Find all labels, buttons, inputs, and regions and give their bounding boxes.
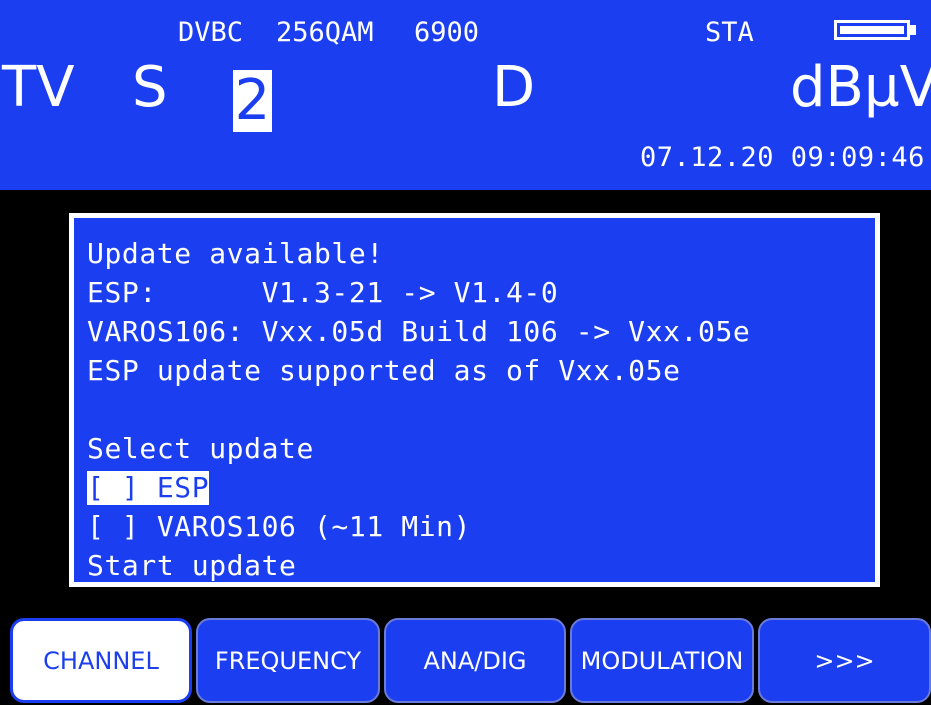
esp-version-line: ESP: V1.3-21 -> V1.4-0 [87,276,559,309]
channel-number[interactable]: 2 [233,70,272,132]
esp-option[interactable]: [ ] ESP [87,468,875,507]
mode-label: DVBC [178,17,244,48]
symbol-rate-label: 6900 [414,17,480,48]
varos-version-line: VAROS106: Vxx.05d Build 106 -> Vxx.05e [87,315,751,348]
ana-dig-softkey[interactable]: ANA/DIG [384,618,566,703]
battery-tip-icon [910,25,916,35]
more-softkey[interactable]: >>> [758,618,931,703]
status-header: DVBC 256QAM 6900 STA TV S 2 D dBµV 07.12… [0,0,931,190]
datetime: 07.12.20 09:09:46 [640,142,925,173]
frequency-softkey[interactable]: FREQUENCY [196,618,380,703]
update-dialog: Update available! ESP: V1.3-21 -> V1.4-0… [69,213,880,587]
band-label: TV [2,55,75,120]
start-update-option[interactable]: Start update [87,546,875,585]
signal-type-label: D [492,55,536,120]
sub-band-label: S [132,55,168,120]
modulation-softkey[interactable]: MODULATION [570,618,754,703]
channel-softkey[interactable]: CHANNEL [10,618,192,703]
dialog-title: Update available! [87,237,384,270]
select-update-heading: Select update [87,432,314,465]
softkey-bar: CHANNEL FREQUENCY ANA/DIG MODULATION >>> [0,614,931,705]
battery-icon [834,20,910,40]
modulation-label: 256QAM [276,17,374,48]
varos-option[interactable]: [ ] VAROS106 (~11 Min) [87,507,875,546]
esp-support-note: ESP update supported as of Vxx.05e [87,354,681,387]
status-label: STA [705,17,754,48]
unit-label: dBµV [790,55,931,120]
